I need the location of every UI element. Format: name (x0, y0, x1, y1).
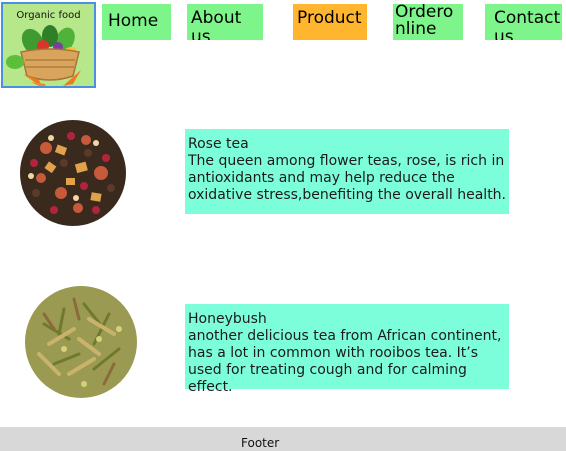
nav-order-online[interactable]: Orderonline (393, 4, 463, 40)
footer-text: Footer (241, 436, 280, 450)
product-description-honeybush: Honeybush another delicious tea from Afr… (185, 304, 509, 395)
logo[interactable]: Organic food (1, 2, 96, 88)
nav-about-us[interactable]: About us (187, 4, 263, 40)
product-name: Rose tea (188, 136, 249, 152)
logo-text: Organic food (16, 10, 81, 21)
nav-contact-us[interactable]: Contact us (485, 4, 562, 40)
rose-tea-image (16, 118, 130, 232)
nav-product[interactable]: Product (293, 4, 367, 40)
product-name: Honeybush (188, 311, 267, 327)
footer: Footer (0, 427, 566, 451)
honeybush-tea-image (24, 284, 138, 404)
page: Organic food Home About us Product Order… (0, 0, 566, 451)
product-text: The queen among flower teas, rose, is ri… (188, 153, 507, 203)
product-text: another delicious tea from African conti… (188, 328, 502, 395)
nav-home[interactable]: Home (102, 4, 171, 40)
product-description-rose: Rose tea The queen among flower teas, ro… (185, 129, 509, 214)
